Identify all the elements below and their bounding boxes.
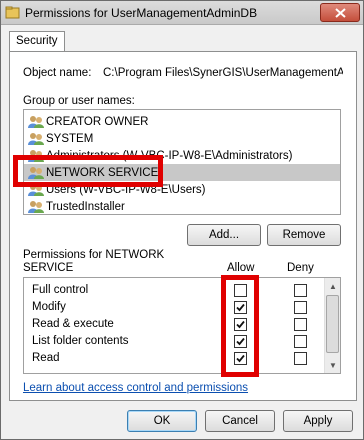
permission-row: List folder contents bbox=[24, 333, 324, 351]
permissions-label-line1: Permissions for NETWORK bbox=[23, 249, 165, 261]
permission-row: Read bbox=[24, 350, 324, 368]
permission-label: Modify bbox=[32, 301, 66, 313]
list-item[interactable]: CREATOR OWNER bbox=[24, 113, 340, 130]
permission-label: Read bbox=[32, 352, 60, 364]
list-item-label: TrustedInstaller bbox=[46, 200, 125, 213]
learn-more-link[interactable]: Learn about access control and permissio… bbox=[23, 382, 248, 394]
add-button[interactable]: Add... bbox=[187, 224, 261, 246]
permissions-scrollbar[interactable]: ▲ ▼ bbox=[324, 278, 340, 373]
user-group-icon bbox=[28, 115, 44, 128]
apply-button[interactable]: Apply bbox=[283, 410, 353, 432]
list-item-label: CREATOR OWNER bbox=[46, 115, 149, 128]
close-icon bbox=[334, 7, 346, 18]
group-user-names-label: Group or user names: bbox=[23, 95, 135, 107]
deny-checkbox[interactable] bbox=[294, 335, 307, 348]
list-item-label: SYSTEM bbox=[46, 132, 94, 145]
user-group-icon bbox=[28, 200, 44, 213]
user-group-icon bbox=[28, 132, 44, 145]
title-bar[interactable]: Permissions for UserManagementAdminDB bbox=[1, 1, 363, 25]
permission-row: Full control bbox=[24, 282, 324, 300]
close-button[interactable] bbox=[320, 3, 360, 22]
tab-security[interactable]: Security bbox=[9, 31, 65, 52]
allow-column-header: Allow bbox=[227, 262, 255, 274]
highlight-network-service bbox=[13, 155, 163, 187]
deny-checkbox[interactable] bbox=[294, 318, 307, 331]
scroll-down-icon[interactable]: ▼ bbox=[325, 357, 340, 373]
permission-row: Read & execute bbox=[24, 316, 324, 334]
window-title: Permissions for UserManagementAdminDB bbox=[25, 6, 258, 20]
permissions-list: Full control Modify Read & execute List … bbox=[23, 277, 341, 374]
scroll-up-icon[interactable]: ▲ bbox=[325, 278, 340, 294]
remove-button[interactable]: Remove bbox=[267, 224, 341, 246]
tab-strip: Security bbox=[9, 31, 357, 53]
scroll-thumb[interactable] bbox=[326, 295, 339, 353]
object-name-label: Object name: bbox=[23, 67, 92, 79]
ok-button[interactable]: OK bbox=[127, 410, 197, 432]
list-item[interactable]: SYSTEM bbox=[24, 130, 340, 147]
deny-column-header: Deny bbox=[287, 262, 314, 274]
highlight-allow-column bbox=[221, 275, 259, 377]
cancel-button[interactable]: Cancel bbox=[205, 410, 275, 432]
object-name-value: C:\Program Files\SynerGIS\UserManagement… bbox=[103, 67, 343, 79]
permission-label: Read & execute bbox=[32, 318, 114, 330]
permission-row: Modify bbox=[24, 299, 324, 317]
permissions-dialog: Permissions for UserManagementAdminDB Se… bbox=[0, 0, 364, 440]
permission-label: List folder contents bbox=[32, 335, 129, 347]
permissions-label-line2: SERVICE bbox=[23, 262, 74, 274]
list-item[interactable]: TrustedInstaller bbox=[24, 198, 340, 214]
deny-checkbox[interactable] bbox=[294, 352, 307, 365]
deny-checkbox[interactable] bbox=[294, 284, 307, 297]
deny-checkbox[interactable] bbox=[294, 301, 307, 314]
folder-lock-icon bbox=[5, 6, 20, 19]
permission-label: Full control bbox=[32, 284, 89, 296]
